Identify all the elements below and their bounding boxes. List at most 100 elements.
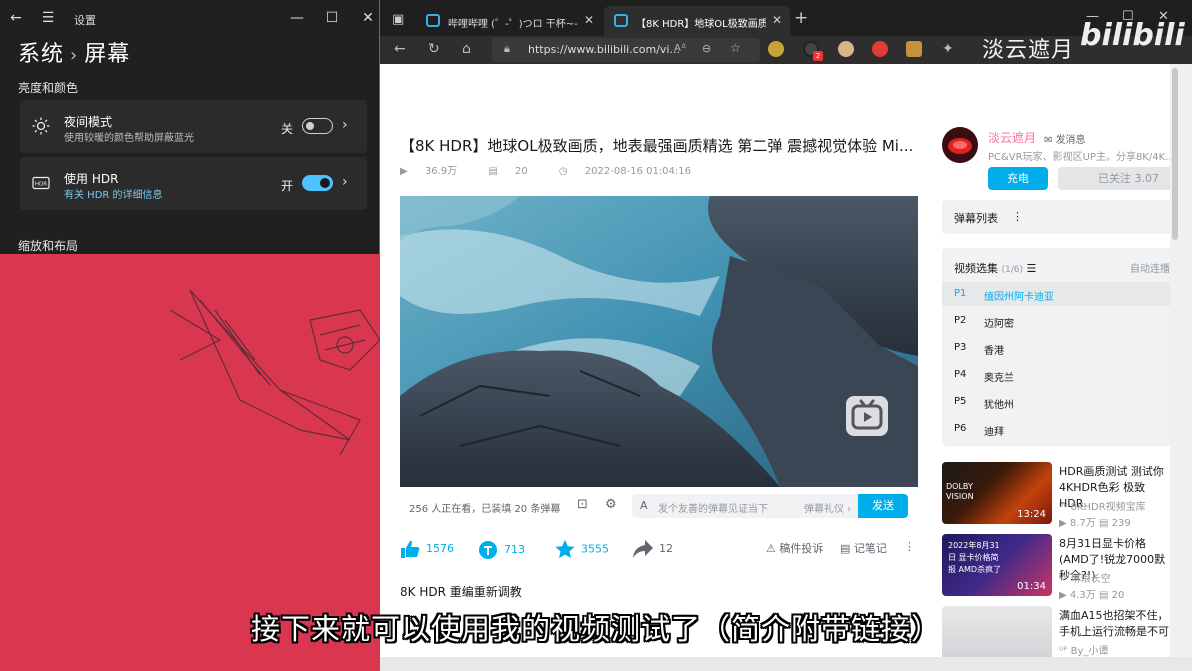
coin-icon xyxy=(479,541,497,559)
views-count: ▶︎ 36.9万 xyxy=(400,166,458,177)
breadcrumb-system[interactable]: 系统 xyxy=(18,42,64,67)
play-count-icon: ▶︎ xyxy=(400,166,411,177)
extensions-puzzle-icon[interactable]: ✦ xyxy=(942,41,954,57)
bilibili-tv-icon xyxy=(614,14,628,27)
playlist-item[interactable]: P3 香港 xyxy=(942,336,1170,360)
uploader-name[interactable]: 淡云遮月 xyxy=(988,129,1036,146)
vertical-scrollbar[interactable] xyxy=(1170,64,1192,657)
extension-box-icon[interactable] xyxy=(906,41,922,57)
night-light-state: 关 xyxy=(281,122,294,136)
hdr-toggle[interactable] xyxy=(302,175,333,191)
video-player[interactable] xyxy=(400,196,918,487)
tab-video-page[interactable]: 【8K HDR】地球OL极致画质，地表最强 ✕ xyxy=(604,6,790,36)
lock-icon[interactable]: 🔒︎ xyxy=(504,42,510,56)
tab-label: 哔哩哔哩 (゜-゜)つロ 干杯~-bilibili xyxy=(448,19,578,30)
recommended-video[interactable]: DOLBY VISION 13:24 HDR画质测试 测试你4KHDR色彩 极致… xyxy=(942,462,1170,529)
send-danmaku-button[interactable]: 发送 xyxy=(858,494,908,518)
tab-actions-icon[interactable]: ▣ xyxy=(392,12,404,27)
clock-icon: ◷ xyxy=(558,166,571,177)
tab-close-icon[interactable]: ✕ xyxy=(584,13,594,27)
scrollbar-thumb[interactable] xyxy=(1172,68,1178,240)
mail-icon: ✉︎ xyxy=(1044,135,1056,146)
night-light-card[interactable]: 夜间模式 使用较暖的颜色帮助屏蔽蓝光 关 › xyxy=(20,100,367,153)
uploader-avatar[interactable] xyxy=(942,127,978,163)
viewers-text: 256 人正在看，已装填 20 条弹幕 xyxy=(409,504,561,515)
video-thumbnail[interactable]: 2022年8月31日 显卡价格简报 AMD杀疯了 01:34 xyxy=(942,534,1052,596)
danmaku-icon: ▤ xyxy=(1098,518,1112,529)
danmaku-list-panel[interactable]: 弹幕列表 ⋮ xyxy=(942,200,1170,234)
breadcrumb-separator: › xyxy=(70,45,79,66)
danmaku-settings-icon[interactable]: ⚙︎ xyxy=(605,497,617,512)
favorite-button[interactable]: 3555 xyxy=(555,540,609,559)
settings-app-title: 设置 xyxy=(74,14,96,27)
settings-window: ← ☰ 设置 — ☐ ✕ 系统 › 屏幕 亮度和颜色 夜间模式 使用较暖的颜色帮助屏… xyxy=(0,0,379,254)
video-subtitle-caption: 接下来就可以使用我的视频测试了（简介附带链接） xyxy=(250,612,941,646)
read-aloud-icon[interactable]: Aᐞ xyxy=(674,43,686,54)
star-icon xyxy=(555,540,575,558)
video-action-row: 1576 713 3555 12 ⚠︎ 稿件投诉 ▤ 记笔记 ⋮ xyxy=(400,534,918,564)
notes-button[interactable]: ▤ 记笔记 xyxy=(840,540,887,556)
zoom-out-icon[interactable]: ⊖ xyxy=(702,42,711,55)
video-stats: ▶︎ 8.7万 ▤ 239 xyxy=(1059,518,1131,529)
charge-button[interactable]: 充电 xyxy=(988,167,1048,190)
coin-button[interactable]: 713 xyxy=(478,540,525,560)
extension-honey-icon[interactable] xyxy=(768,41,784,57)
back-arrow-icon[interactable]: ← xyxy=(394,41,406,57)
new-tab-plus-icon[interactable]: + xyxy=(794,8,808,28)
playlist-item[interactable]: P2 迈阿密 xyxy=(942,309,1170,333)
more-vertical-icon[interactable]: ⋮ xyxy=(1012,210,1023,223)
thumbs-up-icon xyxy=(401,540,420,558)
back-arrow-icon[interactable]: ← xyxy=(6,8,26,28)
extension-face-icon[interactable] xyxy=(838,41,854,57)
chevron-right-icon[interactable]: › xyxy=(342,117,348,133)
refresh-icon[interactable]: ↻ xyxy=(428,41,440,57)
home-icon[interactable]: ⌂ xyxy=(462,41,471,57)
hamburger-menu-icon[interactable]: ☰ xyxy=(38,8,58,28)
share-button[interactable]: 12 xyxy=(633,540,673,558)
recommended-video[interactable]: 2022年8月31日 显卡价格简报 AMD杀疯了 01:34 8月31日显卡价格… xyxy=(942,534,1170,601)
font-style-icon[interactable]: A xyxy=(640,499,648,512)
bilibili-tv-play-icon[interactable] xyxy=(846,396,888,436)
tab-bilibili-home[interactable]: 哔哩哔哩 (゜-゜)つロ 干杯~-bilibili ✕ xyxy=(416,6,602,36)
autoplay-toggle[interactable]: 自动连播 xyxy=(1130,260,1170,275)
danmaku-icon: ▤ xyxy=(488,166,501,177)
hdr-card[interactable]: HDR 使用 HDR 有关 HDR 的详细信息 开 › xyxy=(20,157,367,210)
playlist-item[interactable]: P6 迪拜 xyxy=(942,417,1170,441)
chevron-right-icon[interactable]: › xyxy=(342,174,348,190)
watermark-bilibili-logo: bilibili xyxy=(1080,18,1185,53)
video-description: 8K HDR 重编重新调教 xyxy=(400,585,522,599)
like-button[interactable]: 1576 xyxy=(400,540,454,558)
brightness-sun-icon xyxy=(32,117,50,135)
url-field[interactable]: 🔒︎ https://www.bilibili.com/vi... Aᐞ ⊖ ☆ xyxy=(492,38,760,62)
horizontal-scrollbar[interactable] xyxy=(380,657,1192,671)
minimize-button[interactable]: — xyxy=(287,8,307,28)
follow-button[interactable]: 已关注 3.07 xyxy=(1058,167,1170,190)
extension-shield-icon[interactable] xyxy=(872,41,888,57)
tab-close-icon[interactable]: ✕ xyxy=(772,13,782,27)
hdr-info-link[interactable]: 有关 HDR 的详细信息 xyxy=(64,186,163,201)
night-light-toggle[interactable] xyxy=(302,118,333,134)
watermark-username: 淡云遮月 xyxy=(982,38,1075,63)
page-title: 屏幕 xyxy=(84,42,131,67)
danmaku-toggle-icon[interactable]: ⊡ xyxy=(577,497,588,512)
hdr-icon: HDR xyxy=(32,176,50,190)
report-button[interactable]: ⚠︎ 稿件投诉 xyxy=(766,540,823,556)
danmaku-list-label: 弹幕列表 xyxy=(954,212,998,225)
playlist-item[interactable]: P1 缅因州阿卡迪亚 xyxy=(942,282,1170,306)
add-favorite-icon[interactable]: ☆ xyxy=(730,41,741,55)
more-vertical-icon[interactable]: ⋮ xyxy=(904,540,915,553)
send-message-link[interactable]: ✉︎ 发消息 xyxy=(1044,131,1086,146)
section-scale-layout: 缩放和布局 xyxy=(18,239,79,253)
close-button[interactable]: ✕ xyxy=(358,8,378,28)
video-duration: 13:24 xyxy=(1017,509,1046,520)
video-title: 【8K HDR】地球OL极致画质，地表最强画质精选 第二弹 震撼视觉体验 Mi.… xyxy=(400,137,914,155)
playlist-item[interactable]: P5 犹他州 xyxy=(942,390,1170,414)
video-stats: ▶︎ 4.3万 ▤ 20 xyxy=(1059,590,1125,601)
danmaku-etiquette-link[interactable]: 弹幕礼仪 › xyxy=(804,500,851,515)
danmaku-input[interactable]: A 发个友善的弹幕见证当下 弹幕礼仪 › xyxy=(632,494,858,518)
playlist-item[interactable]: P4 奥克兰 xyxy=(942,363,1170,387)
mecha-line-art xyxy=(169,289,381,456)
danmaku-bar: 256 人正在看，已装填 20 条弹幕 ⊡ ⚙︎ A 发个友善的弹幕见证当下 弹… xyxy=(400,488,918,524)
maximize-button[interactable]: ☐ xyxy=(322,8,342,28)
video-thumbnail[interactable]: DOLBY VISION 13:24 xyxy=(942,462,1052,524)
